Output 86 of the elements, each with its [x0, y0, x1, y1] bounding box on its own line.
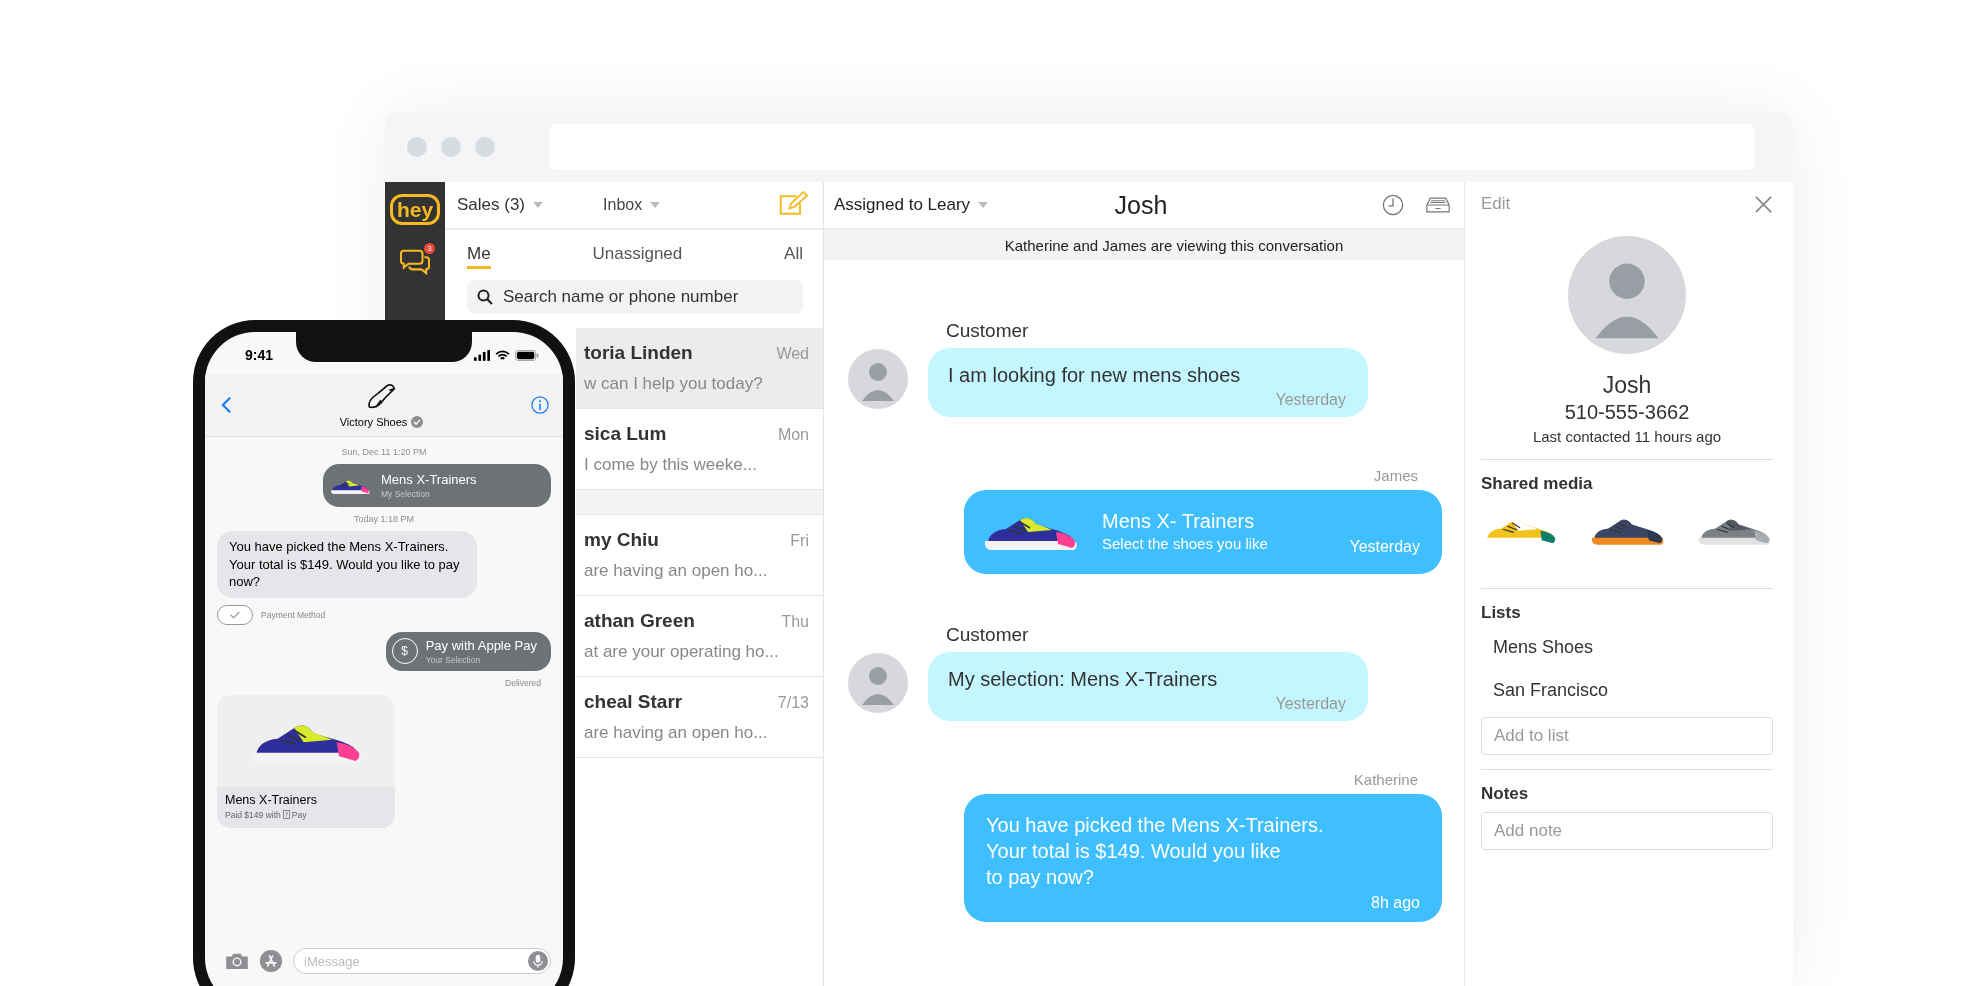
note-field[interactable]: Add note	[1481, 812, 1773, 850]
app-store-icon[interactable]	[259, 949, 283, 973]
sender-name: James	[1373, 467, 1419, 484]
search-field[interactable]: Search name or phone number	[467, 280, 803, 314]
notification-badge: 3	[424, 243, 435, 254]
payment-text: Pay	[291, 809, 307, 820]
last-contacted-text: Last contacted 11 hours ago	[1532, 428, 1722, 445]
filter-tab[interactable]: Unassigned	[592, 241, 683, 269]
message-time: Yesterday	[1275, 391, 1346, 409]
back-icon[interactable]	[221, 396, 232, 414]
message-time: Yesterday	[1349, 538, 1420, 556]
contact-name: Victory Shoes	[339, 416, 408, 428]
message-preview: are having an open ho...	[584, 561, 769, 581]
inbox-tray-icon[interactable]	[1426, 196, 1450, 214]
timestamp: Sun, Dec 11 1:20 PM	[341, 447, 427, 457]
section-title: Lists	[1481, 603, 1522, 623]
message-preview: I come by this weeke...	[584, 455, 758, 475]
message-time: Thu	[781, 613, 809, 631]
product-title: Mens X- Trainers	[1102, 510, 1256, 533]
message-text: My selection: Mens X-Trainers	[948, 668, 1219, 691]
contact-name: my Chiu	[584, 529, 659, 551]
message-time: Mon	[777, 426, 809, 444]
caret-icon	[533, 202, 544, 208]
conversation-item[interactable]: toria Linden Wed w can I help you today?	[576, 328, 823, 409]
clock-icon[interactable]	[1382, 194, 1404, 216]
message-preview: are having an open ho...	[584, 723, 769, 743]
timestamp: Today 1:18 PM	[353, 514, 414, 524]
battery-icon	[515, 349, 539, 361]
avatar-placeholder	[848, 652, 908, 713]
logo[interactable]: hey	[389, 194, 441, 225]
contact-name: sica Lum	[584, 423, 667, 445]
delivery-status: Delivered	[505, 677, 541, 688]
sender-name: Katherine	[1353, 771, 1419, 788]
conversation-title: Josh	[1114, 190, 1168, 220]
message-text: You have picked the Mens X-Trainers. Your total is $149. Would you like to pay now?	[986, 813, 1325, 890]
check-button[interactable]	[217, 604, 253, 625]
message-subtitle: My Selection	[381, 489, 431, 499]
assignee-dropdown[interactable]: Assigned to Leary	[832, 193, 991, 217]
section-title: Shared media	[1481, 474, 1594, 494]
contact-name: athan Green	[584, 610, 695, 632]
mailbox-dropdown[interactable]: Sales (3)	[455, 193, 546, 217]
message-title: Pay with Apple Pay	[425, 637, 537, 653]
info-icon[interactable]	[531, 396, 549, 414]
product-subtitle: Select the shoes you like	[1102, 535, 1268, 552]
contact-name: toria Linden	[584, 342, 693, 364]
payment-text: Paid $149 with	[225, 809, 281, 820]
message-preview: at are your operating ho...	[584, 642, 780, 662]
chat-bubbles-icon[interactable]	[399, 247, 431, 275]
sender-name: Customer	[945, 624, 1030, 646]
filter-tab[interactable]: All	[784, 241, 803, 269]
add-to-list-field[interactable]: Add to list	[1481, 717, 1773, 755]
message-time: 7/13	[777, 694, 809, 712]
message-text: I am looking for new mens shoes	[948, 364, 1242, 387]
message-preview: w can I help you today?	[584, 374, 764, 394]
search-icon	[477, 289, 493, 305]
sender-name: Customer	[945, 320, 1030, 342]
phone-number: 510-555-3662	[1564, 401, 1690, 424]
avatar-placeholder	[848, 348, 908, 409]
list-tag[interactable]: Mens Shoes	[1481, 637, 1773, 658]
message-time: Fri	[790, 532, 809, 550]
message-time: Yesterday	[1275, 695, 1346, 713]
message-bubble: You have picked the Mens X-Trainers. Your total is $149. Would you like to pay now?	[217, 531, 477, 598]
contact-name: cheal Starr	[584, 691, 683, 713]
folder-dropdown[interactable]: Inbox	[601, 194, 663, 216]
contact-name: Josh	[1602, 372, 1652, 399]
signal-icon	[474, 349, 490, 361]
viewers-banner: Katherine and James are viewing this conversation	[824, 230, 1464, 260]
message-field[interactable]: iMessage	[293, 948, 551, 974]
payment-method-label: Payment Method	[261, 609, 326, 620]
message-time: Wed	[776, 345, 809, 363]
microphone-icon[interactable]	[528, 951, 548, 971]
close-icon[interactable]	[1754, 194, 1773, 214]
caret-icon	[650, 202, 661, 208]
check-icon	[230, 610, 240, 619]
message-subtitle: Your Selection	[425, 654, 482, 665]
message-title: Mens X-Trainers	[381, 472, 477, 487]
wifi-icon	[495, 349, 510, 361]
camera-icon[interactable]	[225, 952, 249, 970]
product-title: Mens X-Trainers	[225, 792, 318, 807]
message-time: 8h ago	[1371, 894, 1420, 912]
filter-tab[interactable]: Me	[467, 241, 491, 269]
status-time: 9:41	[245, 347, 274, 363]
section-title: Notes	[1481, 784, 1530, 804]
list-tag[interactable]: San Francisco	[1481, 680, 1773, 701]
caret-icon	[978, 202, 989, 208]
missing-glyph-icon	[282, 810, 290, 820]
